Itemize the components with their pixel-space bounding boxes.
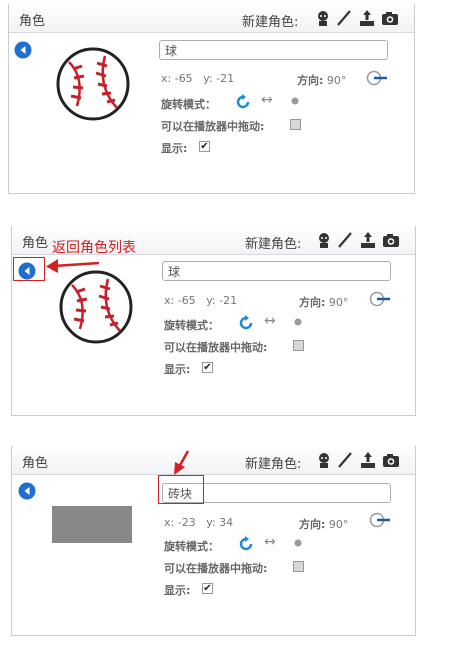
draggable-row: 可以在播放器中拖动: bbox=[164, 339, 267, 355]
direction-row: 方向: 90° bbox=[299, 516, 348, 532]
position-row: x: -65 y: -21 bbox=[161, 72, 235, 85]
camera-icon[interactable] bbox=[382, 231, 400, 249]
left-right-flip-icon[interactable]: ↔ bbox=[261, 92, 273, 108]
draggable-row: 可以在播放器中拖动: bbox=[161, 118, 264, 134]
draggable-label: 可以在播放器中拖动: bbox=[164, 562, 268, 575]
rotation-style-row: 旋转模式： bbox=[164, 538, 219, 554]
left-right-flip-icon[interactable]: ↔ bbox=[264, 313, 276, 329]
camera-icon[interactable] bbox=[382, 451, 400, 469]
rotation-style-label: 旋转模式： bbox=[164, 319, 219, 332]
panel-title: 角色 bbox=[22, 236, 49, 251]
position-row: x: -65 y: -21 bbox=[164, 294, 238, 307]
direction-dial-icon[interactable] bbox=[369, 512, 391, 528]
baseball-sprite-thumbnail bbox=[59, 270, 133, 344]
show-row: 显示: bbox=[164, 582, 190, 598]
show-label: 显示: bbox=[161, 142, 188, 155]
direction-label: 方向: bbox=[297, 74, 324, 87]
sprite-info-panel: 角色 新建角色: x: -23 y: 34 方向: 90° 旋转模式： ↔ bbox=[11, 446, 416, 636]
upload-icon[interactable] bbox=[359, 451, 377, 469]
direction-label: 方向: bbox=[299, 296, 326, 309]
back-to-sprite-list-icon[interactable] bbox=[14, 41, 32, 59]
show-checkbox-checked[interactable]: ✔ bbox=[199, 141, 210, 152]
paint-brush-icon[interactable] bbox=[336, 451, 354, 469]
dont-rotate-icon[interactable] bbox=[291, 97, 299, 105]
show-row: 显示: bbox=[161, 140, 187, 156]
upload-icon[interactable] bbox=[358, 9, 376, 27]
draggable-label: 可以在播放器中拖动: bbox=[164, 341, 268, 354]
panel-title: 角色 bbox=[22, 456, 49, 471]
x-value: -23 bbox=[177, 516, 196, 529]
draggable-checkbox[interactable] bbox=[293, 561, 304, 572]
sprite-name-input[interactable] bbox=[162, 261, 391, 281]
sprite-info-panel: 角色 新建角色: x: -65 y: -21 方向: 90° bbox=[8, 4, 415, 194]
rotation-style-label: 旋转模式： bbox=[161, 98, 216, 111]
rotation-style-row: 旋转模式： bbox=[161, 96, 216, 112]
x-value: -65 bbox=[174, 72, 193, 85]
draggable-checkbox[interactable] bbox=[293, 340, 304, 351]
show-label: 显示: bbox=[164, 363, 191, 376]
direction-value: 90° bbox=[326, 74, 347, 87]
y-value: -21 bbox=[216, 72, 235, 85]
draggable-checkbox[interactable] bbox=[290, 119, 301, 130]
rotation-style-row: 旋转模式： bbox=[164, 317, 219, 333]
sprite-name-input[interactable] bbox=[159, 40, 388, 60]
sprite-library-icon[interactable] bbox=[315, 231, 333, 249]
direction-row: 方向: 90° bbox=[297, 72, 346, 88]
new-sprite-label: 新建角色: bbox=[242, 15, 299, 30]
dont-rotate-icon[interactable] bbox=[294, 539, 302, 547]
brick-sprite-thumbnail bbox=[52, 506, 132, 543]
rotate-all-around-icon[interactable] bbox=[237, 314, 255, 332]
panel-header: 角色 新建角色: bbox=[9, 4, 414, 33]
direction-value: 90° bbox=[328, 518, 349, 531]
annotation-arrow-icon bbox=[46, 259, 100, 273]
x-value: -65 bbox=[177, 294, 196, 307]
annotation-arrow-icon bbox=[174, 450, 190, 475]
new-sprite-label: 新建角色: bbox=[245, 237, 302, 252]
new-sprite-label: 新建角色: bbox=[245, 457, 302, 472]
dont-rotate-icon[interactable] bbox=[294, 318, 302, 326]
paint-brush-icon[interactable] bbox=[335, 9, 353, 27]
sprite-library-icon[interactable] bbox=[315, 451, 333, 469]
direction-label: 方向: bbox=[299, 518, 326, 531]
upload-icon[interactable] bbox=[359, 231, 377, 249]
panel-header: 角色 新建角色: bbox=[12, 446, 415, 475]
draggable-row: 可以在播放器中拖动: bbox=[164, 560, 267, 576]
back-to-list-annotation: 返回角色列表 bbox=[52, 240, 136, 256]
name-input-highlight-box bbox=[158, 475, 204, 504]
back-to-sprite-list-icon[interactable] bbox=[18, 482, 36, 500]
show-checkbox-checked[interactable]: ✔ bbox=[202, 362, 213, 373]
panel-title: 角色 bbox=[19, 14, 46, 29]
direction-dial-icon[interactable] bbox=[369, 291, 391, 307]
show-row: 显示: bbox=[164, 361, 190, 377]
rotation-style-label: 旋转模式： bbox=[164, 540, 219, 553]
camera-icon[interactable] bbox=[381, 9, 399, 27]
paint-brush-icon[interactable] bbox=[336, 231, 354, 249]
rotate-all-around-icon[interactable] bbox=[237, 535, 255, 553]
y-value: -21 bbox=[219, 294, 238, 307]
position-row: x: -23 y: 34 bbox=[164, 516, 234, 529]
direction-value: 90° bbox=[328, 296, 349, 309]
back-button-highlight-box bbox=[13, 257, 45, 281]
draggable-label: 可以在播放器中拖动: bbox=[161, 120, 265, 133]
y-value: 34 bbox=[219, 516, 234, 529]
left-right-flip-icon[interactable]: ↔ bbox=[264, 534, 276, 550]
show-label: 显示: bbox=[164, 584, 191, 597]
sprite-library-icon[interactable] bbox=[314, 9, 332, 27]
rotate-all-around-icon[interactable] bbox=[234, 93, 252, 111]
baseball-sprite-thumbnail bbox=[56, 47, 130, 121]
show-checkbox-checked[interactable]: ✔ bbox=[202, 583, 213, 594]
direction-dial-icon[interactable] bbox=[366, 70, 388, 86]
direction-row: 方向: 90° bbox=[299, 294, 348, 310]
